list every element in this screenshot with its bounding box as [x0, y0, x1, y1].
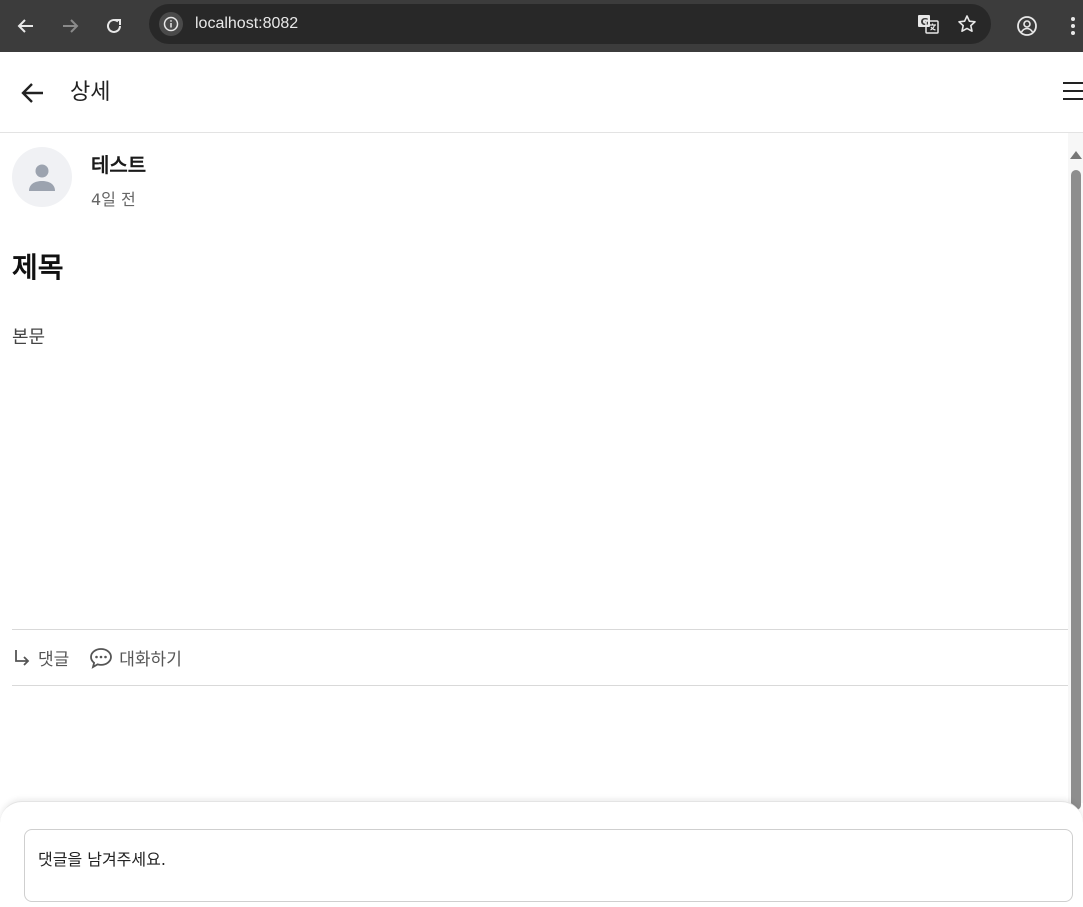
browser-reload-button[interactable]: [92, 4, 136, 48]
author-name: 테스트: [91, 153, 147, 177]
chat-button[interactable]: 대화하기: [89, 645, 182, 670]
profile-icon: [1017, 16, 1037, 36]
arrow-left-icon: [21, 83, 43, 103]
chat-label: 대화하기: [119, 650, 182, 670]
svg-text:G: G: [921, 17, 929, 28]
browser-back-button[interactable]: [4, 4, 48, 48]
comment-input[interactable]: [24, 829, 1073, 902]
post-time: 4일 전: [91, 190, 136, 209]
browser-forward-button[interactable]: [48, 4, 92, 48]
post-detail: 테스트 4일 전 제목 본문 댓글 대화하기: [0, 133, 1068, 803]
page-scrollbar[interactable]: [1068, 133, 1083, 810]
profile-button[interactable]: [1005, 0, 1049, 52]
back-button[interactable]: [18, 78, 48, 108]
avatar: [12, 147, 72, 207]
chat-bubble-icon: [90, 647, 113, 669]
url-text: localhost:8082: [195, 15, 299, 32]
page-title: 상세: [70, 80, 111, 105]
kebab-menu-icon: [1071, 17, 1075, 35]
browser-menu-button[interactable]: [1063, 0, 1083, 52]
translate-icon[interactable]: G: [917, 13, 939, 35]
post-action-bar: 댓글 대화하기: [12, 629, 1068, 686]
arrow-left-icon: [17, 19, 33, 33]
arrow-right-icon: [63, 19, 79, 33]
person-icon: [29, 164, 55, 191]
browser-toolbar: localhost:8082 G: [0, 0, 1083, 52]
app-header: 상세: [0, 52, 1083, 133]
reload-icon: [107, 18, 121, 33]
reply-label: 댓글: [38, 650, 70, 670]
scroll-up-arrow-icon[interactable]: [1070, 151, 1082, 159]
reply-arrow-icon: [15, 649, 30, 666]
post-body: 본문: [12, 327, 46, 348]
scrollbar-thumb[interactable]: [1071, 170, 1081, 810]
bookmark-star-icon[interactable]: [957, 14, 977, 34]
reply-button[interactable]: 댓글: [12, 645, 69, 670]
hamburger-menu-icon[interactable]: [1063, 82, 1083, 104]
address-bar[interactable]: localhost:8082 G: [149, 4, 991, 44]
comment-sheet: [0, 801, 1083, 907]
post-title: 제목: [12, 251, 64, 284]
site-info-icon[interactable]: [159, 12, 183, 36]
